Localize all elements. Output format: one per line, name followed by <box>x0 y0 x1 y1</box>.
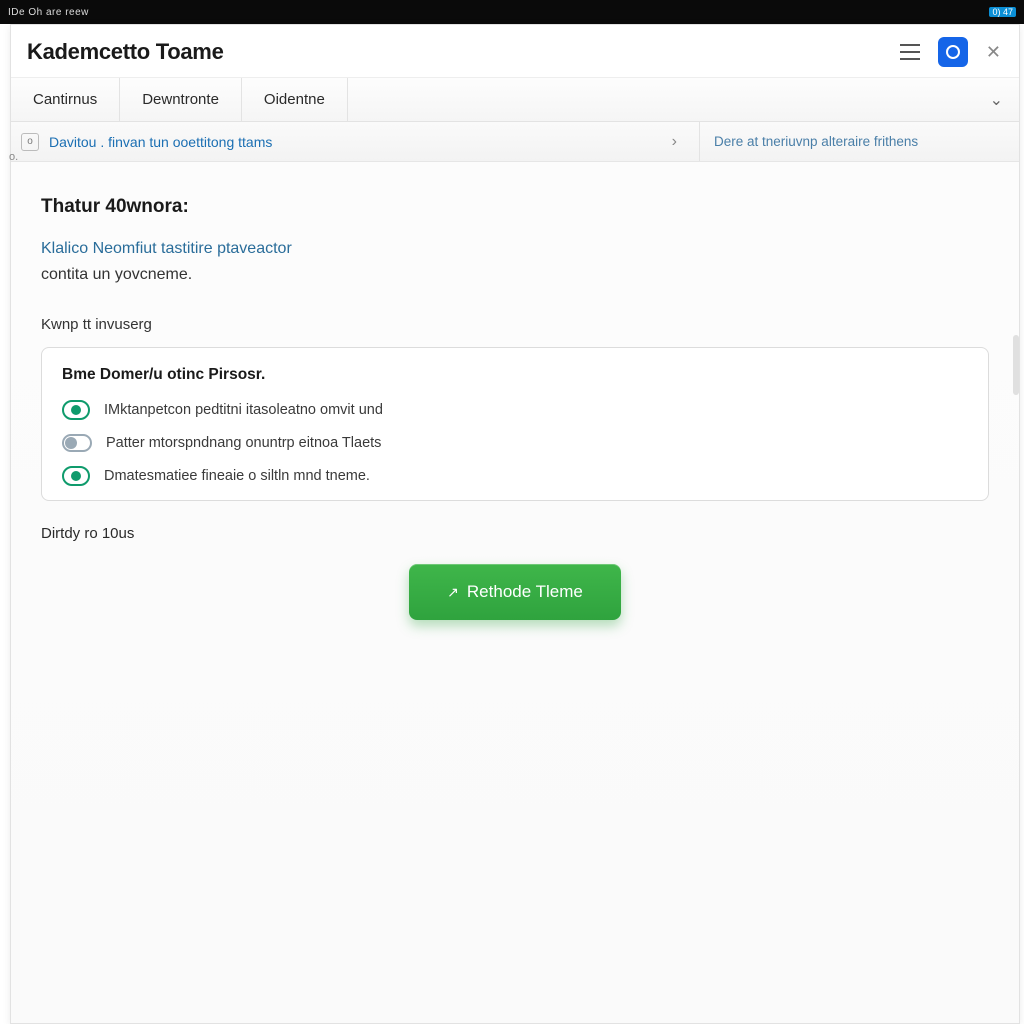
breadcrumb-prefix-icon: o <box>21 133 39 151</box>
titlebar-text: IDe Oh are reew <box>8 7 89 18</box>
primary-button-label: Rethode Tleme <box>467 582 583 601</box>
option-text: Patter mtorspndnang onuntrp eitnoa Tlaet… <box>106 435 381 451</box>
description-line-2: contita un yovcneme. <box>41 266 989 284</box>
option-row-1[interactable]: Patter mtorspndnang onuntrp eitnoa Tlaet… <box>62 434 968 452</box>
subheader-info[interactable]: Dere at tneriuvnp alteraire frithens <box>699 122 1019 161</box>
toggle-off-icon[interactable] <box>62 434 92 452</box>
gutter-marker: o. <box>9 151 23 165</box>
tray-badge: 0) 47 <box>989 7 1016 17</box>
description-line-1: Klalico Neomfiut tastitire ptaveactor <box>41 240 989 258</box>
scrollbar[interactable] <box>1013 335 1019 395</box>
os-titlebar: IDe Oh are reew 0) 47 <box>0 0 1024 24</box>
app-title: Kademcetto Toame <box>27 39 224 65</box>
app-window: o. Kademcetto Toame ✕ Cantirnus Dewntron… <box>10 24 1020 1024</box>
app-brand-icon[interactable] <box>938 37 968 67</box>
close-icon[interactable]: ✕ <box>986 42 1001 63</box>
tab-1[interactable]: Dewntronte <box>120 78 242 121</box>
option-row-0[interactable]: IMktanpetcon pedtitni itasoleatno omvit … <box>62 400 968 420</box>
tab-2[interactable]: Oidentne <box>242 78 348 121</box>
tab-bar: Cantirnus Dewntronte Oidentne ⌄ <box>11 78 1019 122</box>
main-content: Thatur 40wnora: Klalico Neomfiut tastiti… <box>11 162 1019 1023</box>
chevron-right-icon: › <box>672 133 689 151</box>
system-tray: 0) 47 <box>989 7 1016 17</box>
breadcrumb-text: Davitou . finvan tun ooettitong ttams <box>49 134 272 150</box>
sub-header: o Davitou . finvan tun ooettitong ttams … <box>11 122 1019 162</box>
options-panel: Bme Domer/u otinc Pirsosr. IMktanpetcon … <box>41 347 989 501</box>
radio-on-icon[interactable] <box>62 466 90 486</box>
option-text: IMktanpetcon pedtitni itasoleatno omvit … <box>104 402 383 418</box>
footer-label: Dirtdy ro 10us <box>41 525 989 542</box>
subheader-info-text: Dere at tneriuvnp alteraire frithens <box>714 134 918 149</box>
menu-icon[interactable] <box>900 44 920 60</box>
tab-0[interactable]: Cantirnus <box>11 78 120 121</box>
chevron-down-icon[interactable]: ⌄ <box>974 90 1019 110</box>
sub-label: Kwnp tt invuserg <box>41 316 989 333</box>
section-heading: Thatur 40wnora: <box>41 196 989 218</box>
radio-on-icon[interactable] <box>62 400 90 420</box>
options-panel-title: Bme Domer/u otinc Pirsosr. <box>62 366 968 384</box>
primary-action-button[interactable]: ↗ Rethode Tleme <box>409 564 621 620</box>
breadcrumb[interactable]: o Davitou . finvan tun ooettitong ttams … <box>11 122 699 161</box>
option-text: Dmatesmatiee fineaie o siltln mnd tneme. <box>104 468 370 484</box>
option-row-2[interactable]: Dmatesmatiee fineaie o siltln mnd tneme. <box>62 466 968 486</box>
app-header: Kademcetto Toame ✕ <box>11 25 1019 78</box>
action-arrow-icon: ↗ <box>447 584 459 600</box>
